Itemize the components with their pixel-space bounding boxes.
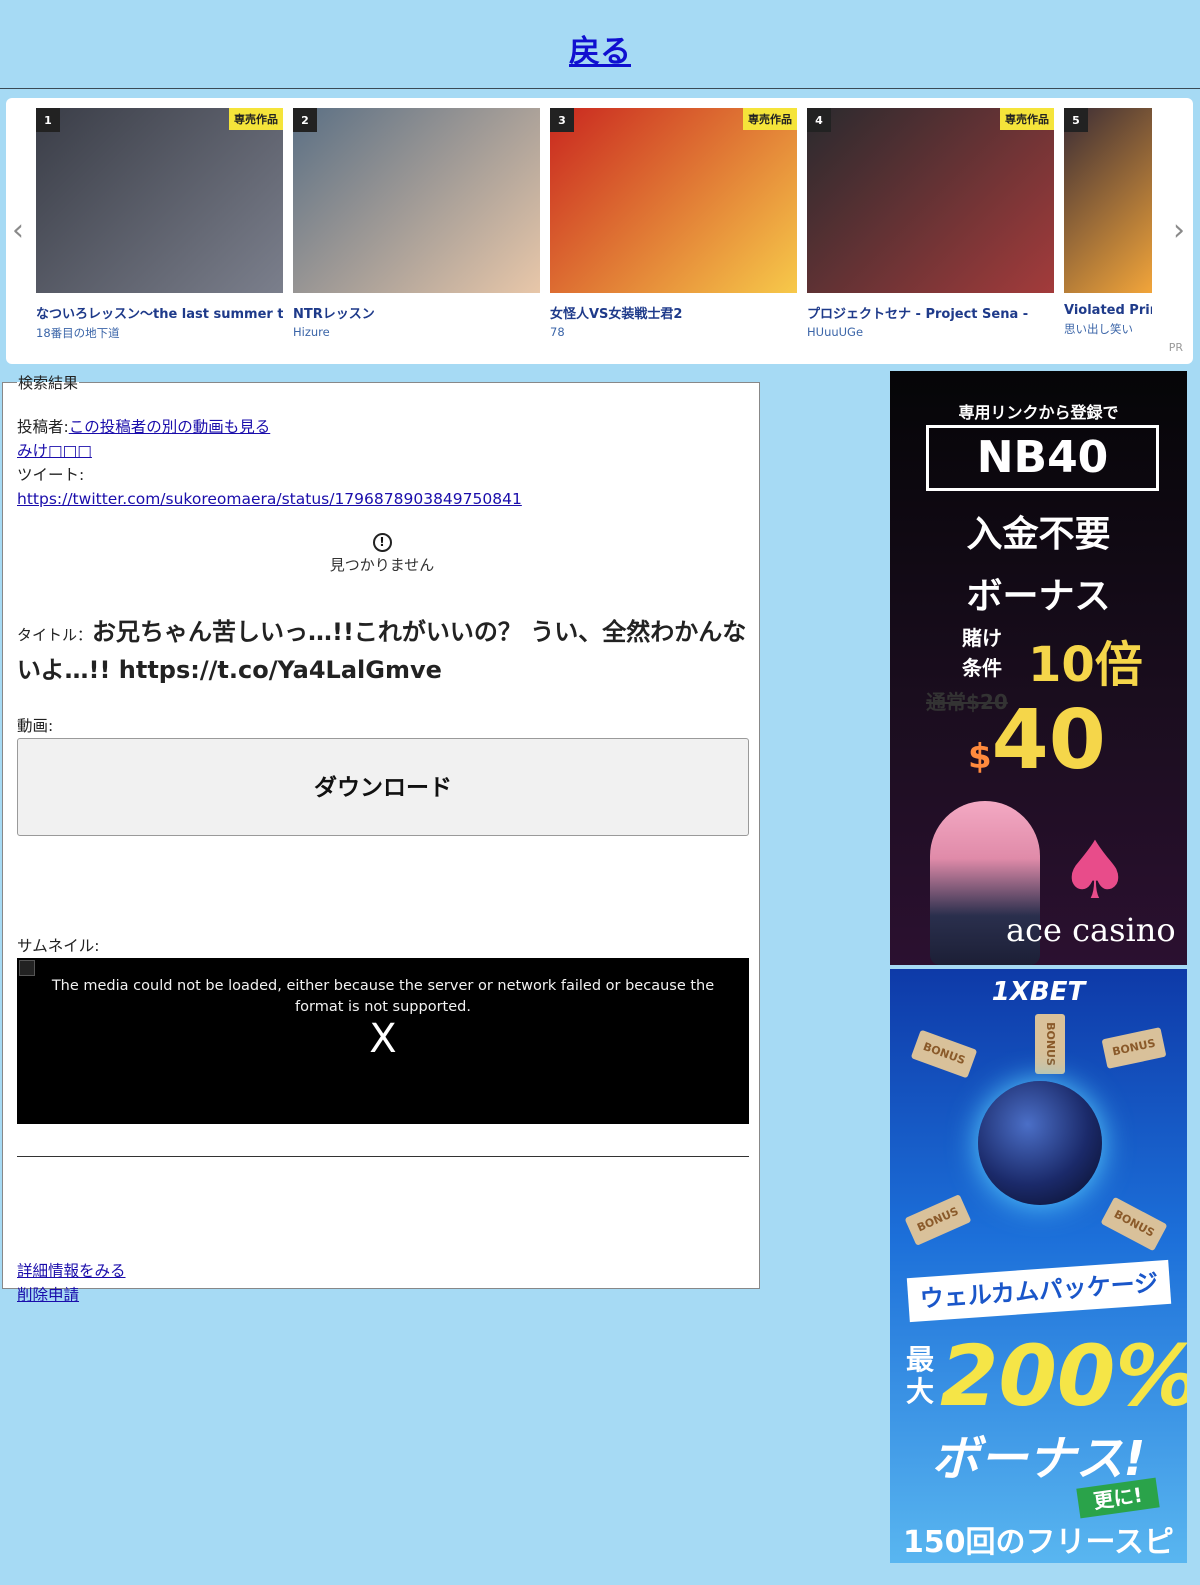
carousel-card[interactable]: 4 専売作品 プロジェクトセナ - Project Sena - HUuuUGe (807, 108, 1054, 339)
ad1-line2: ボーナス (966, 576, 1111, 617)
results-legend: 検索結果 (18, 374, 79, 392)
bonus-ticket-icon: BONUS (1035, 1014, 1065, 1074)
tweet-not-found: 見つかりません (329, 556, 435, 574)
pr-carousel: ‹ 1 専売作品 なついろレッスン～the last summer tim 18… (6, 98, 1193, 364)
card-title[interactable]: Violated Princ (1064, 303, 1152, 318)
bonus-ticket-icon: BONUS (910, 1029, 978, 1079)
poster-other-videos-link[interactable]: この投稿者の別の動画も見る (69, 418, 271, 436)
carousel-card[interactable]: 5 Violated Princ 思い出し笑い (1064, 108, 1152, 337)
card-art (1064, 108, 1152, 293)
card-art (807, 108, 1054, 293)
thumbnail-label: サムネイル: (17, 937, 100, 955)
bonus-ticket-icon: BONUS (904, 1194, 972, 1246)
ad1-amount-value: 40 (991, 693, 1106, 788)
card-title[interactable]: プロジェクトセナ - Project Sena - (807, 303, 1054, 322)
card-thumbnail[interactable]: 5 (1064, 108, 1152, 293)
card-rank: 3 (550, 108, 574, 132)
ad-banner-1xbet[interactable]: 1XBET BONUS BONUS BONUS BONUS BONUS ウェルカ… (890, 969, 1187, 1563)
ad1-amount: $40 (968, 693, 1106, 788)
card-rank: 5 (1064, 108, 1088, 132)
chevron-left-icon[interactable]: ‹ (10, 216, 26, 246)
card-thumbnail[interactable]: 4 専売作品 (807, 108, 1054, 293)
ad1-multiplier: 10倍 (1028, 637, 1143, 693)
media-error-x: X (369, 1016, 397, 1062)
card-author[interactable]: 78 (550, 325, 797, 339)
title-label: タイトル： (17, 626, 93, 644)
tweet-url-row: https://twitter.com/sukoreomaera/status/… (17, 487, 747, 511)
card-badge: 専売作品 (1000, 108, 1054, 130)
carousel-card[interactable]: 2 NTRレッスン Hizure (293, 108, 540, 339)
bonus-ticket-icon: BONUS (1101, 1027, 1167, 1069)
poster-label: 投稿者: (17, 418, 69, 436)
ad1-top-text: 専用リンクから登録で (958, 403, 1119, 422)
tweet-url-link[interactable]: https://twitter.com/sukoreomaera/status/… (17, 490, 522, 508)
pr-label: PR (1168, 341, 1183, 354)
divider (17, 1156, 749, 1157)
card-thumbnail[interactable]: 1 専売作品 (36, 108, 283, 293)
ad2-brand: 1XBET (991, 977, 1086, 1007)
card-art (550, 108, 797, 293)
ad2-max-label: 最大 (906, 1343, 935, 1408)
spade-logo-icon: ♠ (1059, 824, 1131, 917)
bonus-ticket-icon: BONUS (1100, 1196, 1168, 1252)
alert-circle-icon: ! (372, 533, 392, 552)
broken-image-icon (19, 960, 35, 976)
back-link[interactable]: 戻る (569, 26, 631, 71)
card-author[interactable]: 思い出し笑い (1064, 321, 1152, 337)
poster-name-row: みけ□□□ (17, 439, 747, 463)
embedded-tweet: ! 見つかりません (17, 531, 747, 575)
details-link[interactable]: 詳細情報をみる (17, 1262, 126, 1280)
card-art (36, 108, 283, 293)
card-art (293, 108, 540, 293)
card-badge: 専売作品 (743, 108, 797, 130)
poster-name-link[interactable]: みけ□□□ (17, 442, 92, 460)
card-rank: 4 (807, 108, 831, 132)
carousel-card[interactable]: 1 専売作品 なついろレッスン～the last summer tim 18番目… (36, 108, 283, 341)
details-row: 詳細情報をみる (17, 1259, 747, 1283)
card-thumbnail[interactable]: 3 専売作品 (550, 108, 797, 293)
tweet-title: お兄ちゃん苦しいっ…!!これがいいの？ うい、全然わかんないよ…!! https… (17, 618, 747, 684)
card-rank: 1 (36, 108, 60, 132)
ad1-currency: $ (968, 737, 992, 777)
card-thumbnail[interactable]: 2 (293, 108, 540, 293)
carousel-card[interactable]: 3 専売作品 女怪人VS女装戦士君2 78 (550, 108, 797, 339)
soccer-ball-icon (978, 1081, 1102, 1205)
card-title[interactable]: NTRレッスン (293, 303, 540, 322)
ad1-brand: ace casino (1006, 911, 1176, 949)
card-title[interactable]: 女怪人VS女装戦士君2 (550, 303, 797, 322)
card-title[interactable]: なついろレッスン～the last summer tim (36, 303, 283, 322)
media-error-message: The media could not be loaded, either be… (51, 978, 715, 1015)
card-author[interactable]: 18番目の地下道 (36, 325, 283, 341)
ad1-bonus-code: NB40 (926, 425, 1159, 491)
download-button[interactable]: ダウンロード (17, 738, 749, 836)
search-results-panel: 検索結果 投稿者:この投稿者の別の動画も見る みけ□□□ ツイート: https… (2, 372, 760, 1304)
card-badge: 専売作品 (229, 108, 283, 130)
ad1-line1: 入金不要 (966, 514, 1111, 555)
ad1-wager-label: 賭け条件 (962, 626, 1002, 680)
ad2-banner: ウェルカムパッケージ (906, 1259, 1172, 1323)
title-row: タイトル：お兄ちゃん苦しいっ…!!これがいいの？ うい、全然わかんないよ…!! … (17, 615, 747, 688)
ad-banner-casino[interactable]: 専用リンクから登録で NB40 入金不要 ボーナス 賭け条件 10倍 通常$20… (890, 371, 1187, 965)
card-author[interactable]: Hizure (293, 325, 540, 339)
ad2-percent: 200% (940, 1327, 1187, 1425)
delete-row: 削除申請 (17, 1283, 747, 1307)
poster-row: 投稿者:この投稿者の別の動画も見る (17, 415, 747, 439)
carousel-track: 1 専売作品 なついろレッスン～the last summer tim 18番目… (36, 108, 1160, 348)
card-rank: 2 (293, 108, 317, 132)
ad2-free-spins: 150回のフリースピン! (902, 1525, 1175, 1560)
chevron-right-icon[interactable]: › (1171, 216, 1187, 246)
page-header: 戻る (0, 0, 1200, 89)
video-label: 動画: (17, 717, 54, 735)
delete-request-link[interactable]: 削除申請 (17, 1286, 79, 1304)
results-content: 投稿者:この投稿者の別の動画も見る みけ□□□ ツイート: https://tw… (17, 415, 749, 1307)
tweet-label: ツイート: (17, 466, 85, 484)
card-author[interactable]: HUuuUGe (807, 325, 1054, 339)
thumbnail-media[interactable]: The media could not be loaded, either be… (17, 958, 749, 1124)
